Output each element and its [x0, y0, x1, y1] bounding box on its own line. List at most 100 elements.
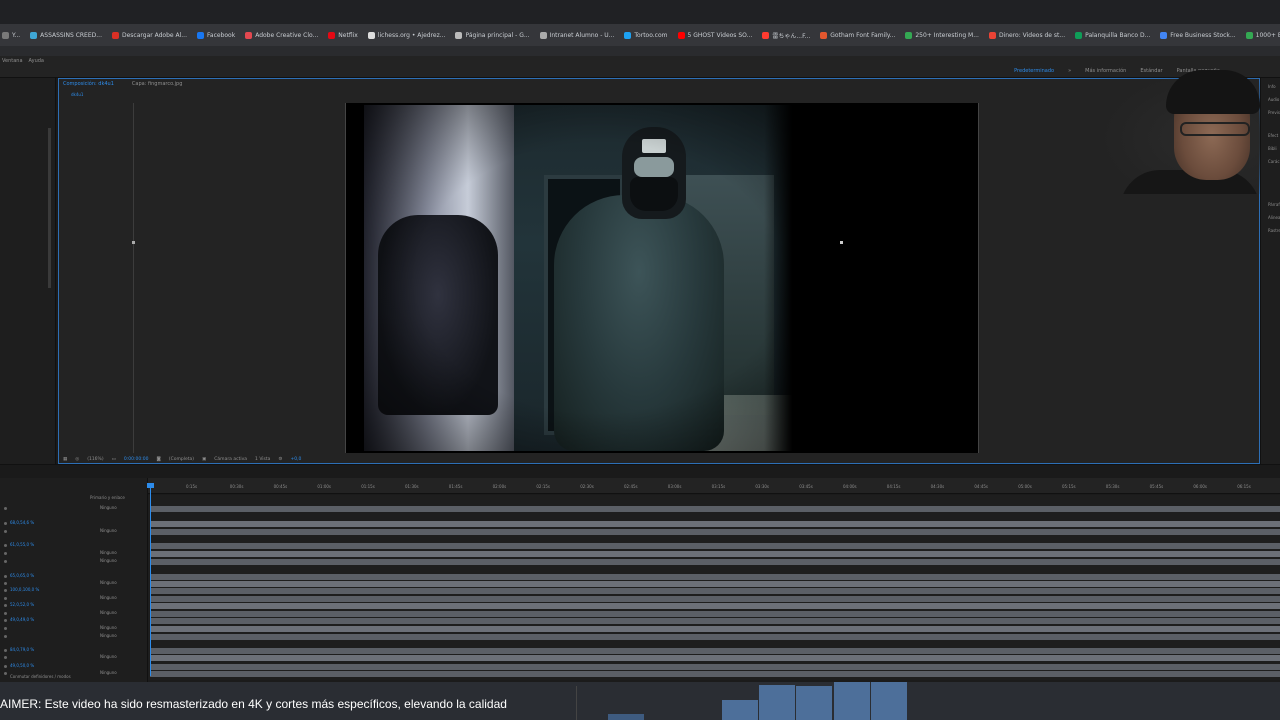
- zoom-dropdown[interactable]: (116%): [87, 457, 103, 462]
- visibility-eye-icon[interactable]: [4, 522, 7, 525]
- visibility-eye-icon[interactable]: [4, 507, 7, 510]
- visibility-eye-icon[interactable]: [4, 665, 7, 668]
- tab-layer[interactable]: Capa: fingmarco.jpg: [132, 81, 183, 87]
- visibility-eye-icon[interactable]: [4, 627, 7, 630]
- parent-dropdown[interactable]: Ninguno: [100, 670, 117, 675]
- layer-duration-bar[interactable]: [150, 596, 1280, 602]
- bookmark-item[interactable]: 雷ちゃん...F...: [762, 31, 810, 40]
- timeline-layer-row[interactable]: Ninguno: [0, 625, 148, 633]
- bookmark-item[interactable]: Descargar Adobe Al...: [111, 31, 187, 39]
- toggle-switches-modes[interactable]: Conmutar definidores / modos: [10, 674, 71, 679]
- parent-dropdown[interactable]: Ninguno: [100, 610, 117, 615]
- timeline-layer-row[interactable]: 49,0,49,0 %: [0, 617, 148, 625]
- visibility-eye-icon[interactable]: [4, 619, 7, 622]
- scale-value[interactable]: 68,0,54,6 %: [10, 520, 34, 525]
- layer-duration-bar[interactable]: [150, 603, 1280, 609]
- composition-breadcrumb[interactable]: dk4u1: [71, 92, 83, 97]
- visibility-eye-icon[interactable]: [4, 552, 7, 555]
- visibility-eye-icon[interactable]: [4, 575, 7, 578]
- parent-dropdown[interactable]: Ninguno: [100, 595, 117, 600]
- layer-duration-bar[interactable]: [150, 574, 1280, 580]
- bookmark-item[interactable]: Y...: [2, 31, 20, 39]
- panel-tab-item[interactable]: Previs: [1268, 110, 1280, 115]
- bookmark-item[interactable]: Facebook: [197, 31, 235, 39]
- visibility-eye-icon[interactable]: [4, 604, 7, 607]
- project-panel-scrollbar[interactable]: [48, 128, 51, 288]
- timecode[interactable]: 0:00:00:00: [124, 457, 149, 462]
- exposure-value[interactable]: +0,0: [290, 457, 301, 462]
- layer-duration-bar[interactable]: [150, 581, 1280, 587]
- timeline-layer-row[interactable]: Ninguno: [0, 633, 148, 641]
- bookmark-item[interactable]: Intranet Alumno - U...: [539, 31, 614, 39]
- camera-dropdown[interactable]: Cámara activa: [214, 457, 247, 462]
- scale-value[interactable]: 61,0,55,0 %: [10, 542, 34, 547]
- timeline-layer-row[interactable]: 100,0,100,0 %: [0, 587, 148, 595]
- layer-duration-bar[interactable]: [150, 521, 1280, 527]
- timeline-layer-row[interactable]: Ninguno: [0, 654, 148, 662]
- visibility-eye-icon[interactable]: [4, 544, 7, 547]
- visibility-eye-icon[interactable]: [4, 635, 7, 638]
- parent-dropdown[interactable]: Ninguno: [100, 558, 117, 563]
- visibility-eye-icon[interactable]: [4, 597, 7, 600]
- visibility-eye-icon[interactable]: [4, 672, 7, 675]
- tab-composition[interactable]: Composición: dk4u1: [63, 81, 114, 87]
- panel-tab-item[interactable]: Efect: [1268, 133, 1280, 138]
- anchor-point-right[interactable]: [840, 241, 843, 244]
- mask-icon[interactable]: ◎: [75, 457, 79, 462]
- fast-preview-icon[interactable]: ⚙: [278, 457, 282, 462]
- visibility-eye-icon[interactable]: [4, 530, 7, 533]
- layer-duration-bar[interactable]: [150, 506, 1280, 512]
- layer-duration-bar[interactable]: [150, 664, 1280, 670]
- layer-duration-bar[interactable]: [150, 655, 1280, 661]
- layer-duration-bar[interactable]: [150, 543, 1280, 549]
- panel-tab-item[interactable]: Párrafo: [1268, 202, 1280, 207]
- bookmark-item[interactable]: 1000+ Engaging W...: [1245, 31, 1280, 39]
- bookmark-item[interactable]: lichess.org • Ajedrez...: [367, 31, 445, 39]
- parent-dropdown[interactable]: Ninguno: [100, 625, 117, 630]
- timeline-layer-row[interactable]: 68,0,54,6 %: [0, 520, 148, 528]
- views-dropdown[interactable]: 1 Vista: [255, 457, 270, 462]
- visibility-eye-icon[interactable]: [4, 612, 7, 615]
- panel-tab-item[interactable]: Carác: [1268, 159, 1280, 164]
- layer-duration-bar[interactable]: [150, 588, 1280, 594]
- visibility-eye-icon[interactable]: [4, 649, 7, 652]
- layer-duration-bar[interactable]: [150, 611, 1280, 617]
- timeline-layer-row[interactable]: 52,0,52,0 %: [0, 602, 148, 610]
- scale-value[interactable]: 49,0,50,0 %: [10, 663, 34, 668]
- transparency-icon[interactable]: ▣: [202, 457, 206, 462]
- snapshot-icon[interactable]: ◙: [156, 457, 160, 462]
- layer-duration-bar[interactable]: [150, 618, 1280, 624]
- panel-tab-item[interactable]: Alinear: [1268, 215, 1280, 220]
- parent-dropdown[interactable]: Ninguno: [100, 528, 117, 533]
- visibility-eye-icon[interactable]: [4, 589, 7, 592]
- bookmark-item[interactable]: Página principal - G...: [455, 31, 530, 39]
- parent-dropdown[interactable]: Ninguno: [100, 580, 117, 585]
- bookmark-item[interactable]: Adobe Creative Clo...: [245, 31, 318, 39]
- menu-item-window[interactable]: Ventana: [2, 58, 23, 64]
- layer-duration-bar[interactable]: [150, 634, 1280, 640]
- scale-value[interactable]: 52,0,52,0 %: [10, 602, 34, 607]
- layer-duration-bar[interactable]: [150, 671, 1280, 677]
- timeline-layer-row[interactable]: 61,0,55,0 %: [0, 542, 148, 550]
- layer-duration-bar[interactable]: [150, 551, 1280, 557]
- bookmark-item[interactable]: 250+ Interesting M...: [905, 31, 979, 39]
- layer-duration-bar[interactable]: [150, 648, 1280, 654]
- resolution-dropdown[interactable]: (Completa): [169, 457, 194, 462]
- scale-value[interactable]: 100,0,100,0 %: [10, 587, 39, 592]
- playhead[interactable]: [150, 486, 151, 676]
- scale-value[interactable]: 84,0,79,0 %: [10, 647, 34, 652]
- bookmark-item[interactable]: Dinero: Videos de st...: [988, 31, 1065, 39]
- panel-tab-item[interactable]: Bibli: [1268, 146, 1280, 151]
- scale-value[interactable]: 49,0,49,0 %: [10, 617, 34, 622]
- layer-duration-bar[interactable]: [150, 529, 1280, 535]
- parent-dropdown[interactable]: Ninguno: [100, 654, 117, 659]
- parent-dropdown[interactable]: Ninguno: [100, 505, 117, 510]
- layer-duration-bar[interactable]: [150, 559, 1280, 565]
- timeline-layer-row[interactable]: Ninguno: [0, 550, 148, 558]
- anchor-point-left[interactable]: [132, 241, 135, 244]
- region-icon[interactable]: ▭: [112, 457, 116, 462]
- panel-tab-item[interactable]: Info: [1268, 84, 1280, 89]
- bookmark-item[interactable]: 5 GHOST Videos SO...: [677, 31, 752, 39]
- panel-tab-item[interactable]: Audio: [1268, 97, 1280, 102]
- time-ruler[interactable]: 0:15s 00:30s 00:45s 01:00s 01:15s 01:30s 01:45…: [148, 478, 1280, 494]
